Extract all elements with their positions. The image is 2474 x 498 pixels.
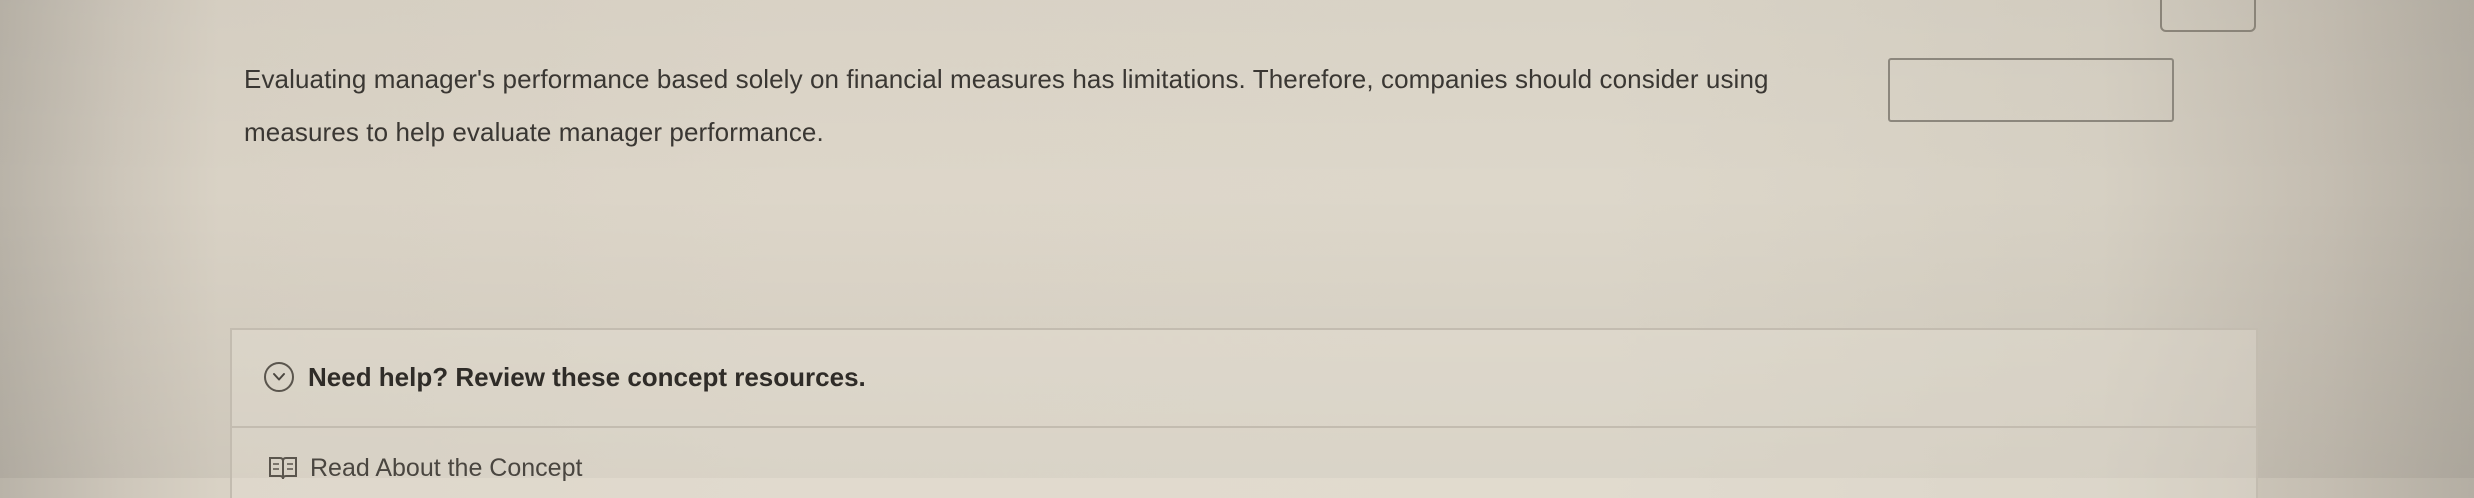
help-title: Need help? Review these concept resource… <box>308 362 866 392</box>
answer-blank-input[interactable] <box>1888 58 2174 122</box>
read-about-concept-label: Read About the Concept <box>310 453 583 482</box>
question-text-line-1: Evaluating manager's performance based s… <box>244 64 1769 94</box>
read-about-concept-link[interactable]: Read About the Concept <box>268 448 582 488</box>
help-toggle-header[interactable]: Need help? Review these concept resource… <box>232 330 2256 428</box>
concept-resources-panel: Need help? Review these concept resource… <box>230 328 2258 498</box>
top-corner-button[interactable] <box>2160 0 2256 32</box>
book-icon <box>268 455 298 481</box>
chevron-down-circle-icon[interactable] <box>264 362 294 392</box>
question-text-line-2: measures to help evaluate manager perfor… <box>244 117 824 147</box>
